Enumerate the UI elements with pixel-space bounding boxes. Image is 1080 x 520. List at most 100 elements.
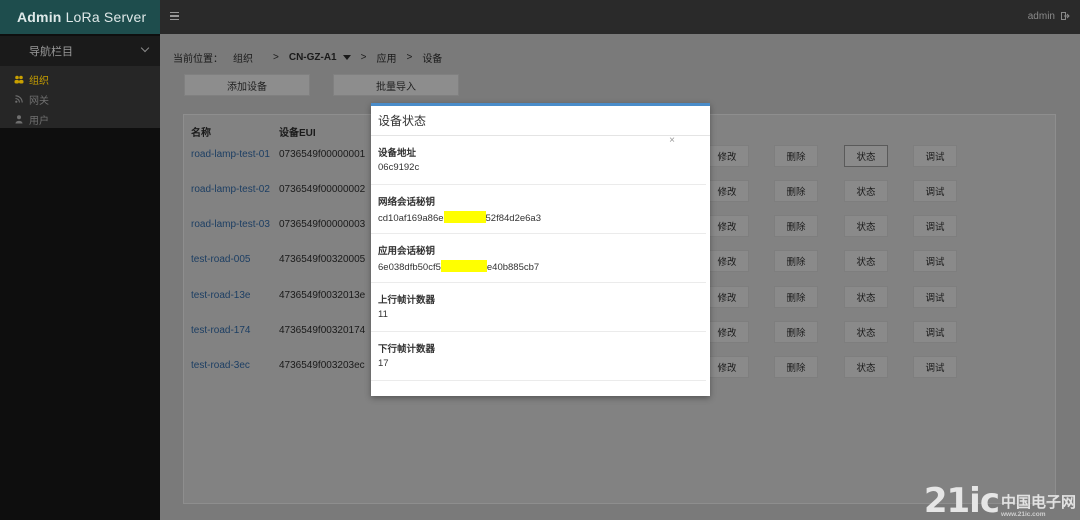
field-device-address: 设备地址 06c9192c <box>371 136 706 185</box>
column-header-eui: 设备EUI <box>279 128 316 139</box>
sidebar: Admin LoRa Server 导航栏目 组织 网关 用户 <box>0 0 160 520</box>
field-app-session-key: 应用会话秘钥 6e038dfb50cf5 e40b885cb7 <box>371 234 706 283</box>
field-value: cd10af169a86e 52f84d2e6a3 <box>378 211 541 224</box>
breadcrumb-org[interactable]: 组织 <box>233 54 253 65</box>
delete-button[interactable]: 删除 <box>774 356 818 378</box>
logout-icon[interactable] <box>1061 11 1070 22</box>
device-status-modal: 设备状态 × 设备地址 06c9192c 网络会话秘钥 cd10af169a86… <box>371 103 710 396</box>
breadcrumb: 当前位置： 组织 > CN-GZ-A1 > 应用 > 设备 <box>173 50 452 65</box>
breadcrumb-sep: > <box>406 52 413 63</box>
breadcrumb-sep: > <box>273 52 279 63</box>
watermark-url: www.21ic.com <box>1000 511 1046 518</box>
sidebar-item-users[interactable]: 用户 <box>0 109 160 129</box>
device-name-link[interactable]: test-road-3ec <box>191 360 250 371</box>
device-name-link[interactable]: test-road-005 <box>191 254 250 265</box>
brand-bold: Admin <box>17 9 62 25</box>
field-downlink-counter: 下行帧计数器 17 <box>371 332 706 381</box>
add-device-button[interactable]: 添加设备 <box>184 74 310 96</box>
field-label: 上行帧计数器 <box>378 295 436 306</box>
debug-button[interactable]: 调试 <box>913 250 957 272</box>
breadcrumb-prefix: 当前位置： 组织 <box>173 54 253 65</box>
column-header-name: 名称 <box>191 128 211 139</box>
field-network-session-key: 网络会话秘钥 cd10af169a86e 52f84d2e6a3 <box>371 185 706 234</box>
sidebar-item-gateways[interactable]: 网关 <box>0 89 160 109</box>
device-eui: 4736549f003203ec <box>279 360 365 371</box>
field-uplink-counter: 上行帧计数器 11 <box>371 283 706 332</box>
delete-button[interactable]: 删除 <box>774 215 818 237</box>
field-value: 6e038dfb50cf5 e40b885cb7 <box>378 260 540 273</box>
field-label: 下行帧计数器 <box>378 344 436 355</box>
delete-button[interactable]: 删除 <box>774 145 818 167</box>
debug-button[interactable]: 调试 <box>913 145 957 167</box>
edit-button[interactable]: 修改 <box>705 321 749 343</box>
redaction-highlight <box>443 211 486 223</box>
status-button[interactable]: 状态 <box>844 321 888 343</box>
watermark-text: 中国电子网 www.21ic.com <box>1000 494 1076 519</box>
device-eui: 0736549f00000001 <box>279 149 366 160</box>
caret-down-icon[interactable] <box>342 55 351 60</box>
bulk-import-button[interactable]: 批量导入 <box>333 74 459 96</box>
edit-button[interactable]: 修改 <box>705 356 749 378</box>
field-value: 17 <box>378 358 389 369</box>
debug-button[interactable]: 调试 <box>913 180 957 202</box>
breadcrumb-gateway[interactable]: CN-GZ-A1 <box>289 52 337 63</box>
modal-title: 设备状态 <box>378 114 427 128</box>
device-eui: 4736549f0032013e <box>279 290 366 301</box>
rss-icon <box>14 95 24 103</box>
device-eui: 0736549f00000003 <box>279 219 366 230</box>
brand-rest: LoRa Server <box>65 9 147 25</box>
device-name-link[interactable]: road-lamp-test-03 <box>191 219 270 230</box>
edit-button[interactable]: 修改 <box>705 180 749 202</box>
delete-button[interactable]: 删除 <box>774 286 818 308</box>
sidebar-item-label: 组织 <box>29 75 49 87</box>
menu-toggle-icon[interactable] <box>170 12 179 20</box>
watermark-cn: 中国电子网 <box>1000 494 1076 511</box>
edit-button[interactable]: 修改 <box>705 286 749 308</box>
username: admin <box>1027 11 1055 22</box>
user-menu[interactable]: admin <box>1028 11 1070 22</box>
breadcrumb-devices: 设备 <box>422 54 443 65</box>
status-button[interactable]: 状态 <box>844 250 888 272</box>
nav-section-toggle[interactable]: 导航栏目 <box>0 36 160 66</box>
top-bar: admin <box>160 0 1080 34</box>
field-label: 应用会话秘钥 <box>378 246 436 257</box>
status-button[interactable]: 状态 <box>844 215 888 237</box>
device-name-link[interactable]: test-road-13e <box>191 290 250 301</box>
debug-button[interactable]: 调试 <box>913 321 957 343</box>
debug-button[interactable]: 调试 <box>913 286 957 308</box>
edit-button[interactable]: 修改 <box>705 250 749 272</box>
app-brand[interactable]: Admin LoRa Server <box>0 0 160 34</box>
delete-button[interactable]: 删除 <box>774 180 818 202</box>
breadcrumb-sep: > <box>360 52 367 63</box>
debug-button[interactable]: 调试 <box>913 356 957 378</box>
device-eui: 4736549f00320005 <box>279 254 366 265</box>
sidebar-item-organizations[interactable]: 组织 <box>0 69 160 89</box>
status-button[interactable]: 状态 <box>844 145 888 167</box>
watermark: 21ic 中国电子网 www.21ic.com <box>924 484 1076 518</box>
device-eui: 4736549f00320174 <box>279 325 366 336</box>
status-button[interactable]: 状态 <box>844 180 888 202</box>
watermark-logo: 21ic <box>923 481 1000 520</box>
status-button[interactable]: 状态 <box>844 356 888 378</box>
field-value: 06c9192c <box>378 162 420 173</box>
field-label: 网络会话秘钥 <box>378 197 436 208</box>
status-button[interactable]: 状态 <box>844 286 888 308</box>
breadcrumb-apps[interactable]: 应用 <box>376 50 396 65</box>
sidebar-item-label: 用户 <box>29 115 49 127</box>
field-value: 11 <box>378 309 388 320</box>
edit-button[interactable]: 修改 <box>705 145 749 167</box>
device-name-link[interactable]: test-road-174 <box>191 325 250 336</box>
delete-button[interactable]: 删除 <box>774 250 818 272</box>
debug-button[interactable]: 调试 <box>913 215 957 237</box>
field-label: 设备地址 <box>378 148 417 159</box>
device-name-link[interactable]: road-lamp-test-01 <box>191 149 270 160</box>
device-name-link[interactable]: road-lamp-test-02 <box>191 184 270 195</box>
delete-button[interactable]: 删除 <box>774 321 818 343</box>
edit-button[interactable]: 修改 <box>705 215 749 237</box>
modal-header: 设备状态 <box>371 106 710 136</box>
redaction-highlight <box>440 260 487 272</box>
nav-list: 组织 网关 用户 <box>0 66 160 128</box>
nav-section-title: 导航栏目 <box>29 46 73 58</box>
chevron-down-icon <box>140 43 150 53</box>
user-icon <box>14 114 24 124</box>
